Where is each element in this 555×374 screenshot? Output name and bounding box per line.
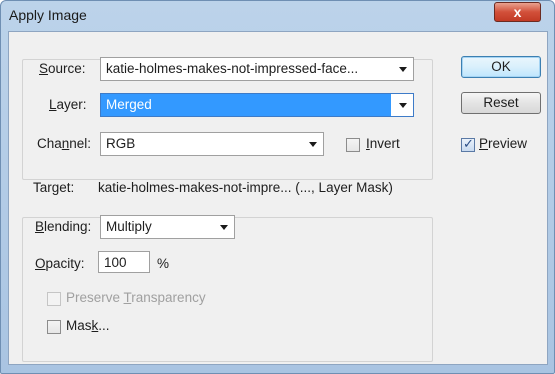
close-icon: x bbox=[513, 4, 522, 20]
source-label: Source: bbox=[39, 61, 86, 76]
opacity-input[interactable]: 100 bbox=[98, 251, 150, 273]
chevron-down-icon bbox=[399, 67, 407, 72]
mask-label: Mask... bbox=[66, 318, 110, 333]
blending-dropdown[interactable]: Multiply bbox=[100, 215, 235, 239]
preserve-transparency-label: Preserve Transparency bbox=[66, 290, 206, 305]
chevron-down-icon bbox=[220, 225, 228, 230]
close-button[interactable]: x bbox=[494, 2, 541, 22]
preview-label: Preview bbox=[479, 136, 528, 151]
invert-label: Invert bbox=[366, 136, 400, 151]
chevron-down-icon bbox=[309, 142, 317, 147]
source-dropdown[interactable]: katie-holmes-makes-not-impressed-face... bbox=[100, 57, 414, 81]
chevron-down-icon bbox=[399, 103, 407, 108]
blending-value: Multiply bbox=[106, 219, 152, 234]
mask-checkbox[interactable] bbox=[47, 320, 61, 334]
layer-dropdown[interactable]: Merged bbox=[100, 93, 414, 117]
layer-label: Layer: bbox=[49, 97, 87, 112]
ok-button[interactable]: OK bbox=[461, 56, 541, 78]
preview-checkbox[interactable] bbox=[461, 136, 475, 152]
dialog-body: Source: katie-holmes-makes-not-impressed… bbox=[8, 31, 548, 365]
reset-button[interactable]: Reset bbox=[461, 92, 541, 114]
apply-image-dialog: Apply Image x Source: katie-holmes-makes… bbox=[0, 0, 555, 374]
opacity-label: Opacity: bbox=[35, 256, 85, 271]
channel-value: RGB bbox=[106, 136, 136, 151]
channel-label: Channel: bbox=[37, 136, 92, 151]
opacity-unit: % bbox=[157, 256, 170, 271]
channel-dropdown[interactable]: RGB bbox=[100, 132, 324, 156]
blending-label: Blending: bbox=[35, 219, 92, 234]
target-value: katie-holmes-makes-not-impre... (..., La… bbox=[98, 180, 393, 195]
source-value: katie-holmes-makes-not-impressed-face... bbox=[106, 61, 359, 76]
layer-value: Merged bbox=[106, 97, 152, 112]
title-bar[interactable]: Apply Image x bbox=[1, 1, 554, 31]
opacity-value: 100 bbox=[104, 255, 127, 270]
target-label: Target: bbox=[33, 180, 75, 195]
preserve-transparency-checkbox[interactable] bbox=[47, 292, 61, 306]
invert-checkbox[interactable] bbox=[346, 138, 360, 152]
window-title: Apply Image bbox=[9, 7, 87, 23]
